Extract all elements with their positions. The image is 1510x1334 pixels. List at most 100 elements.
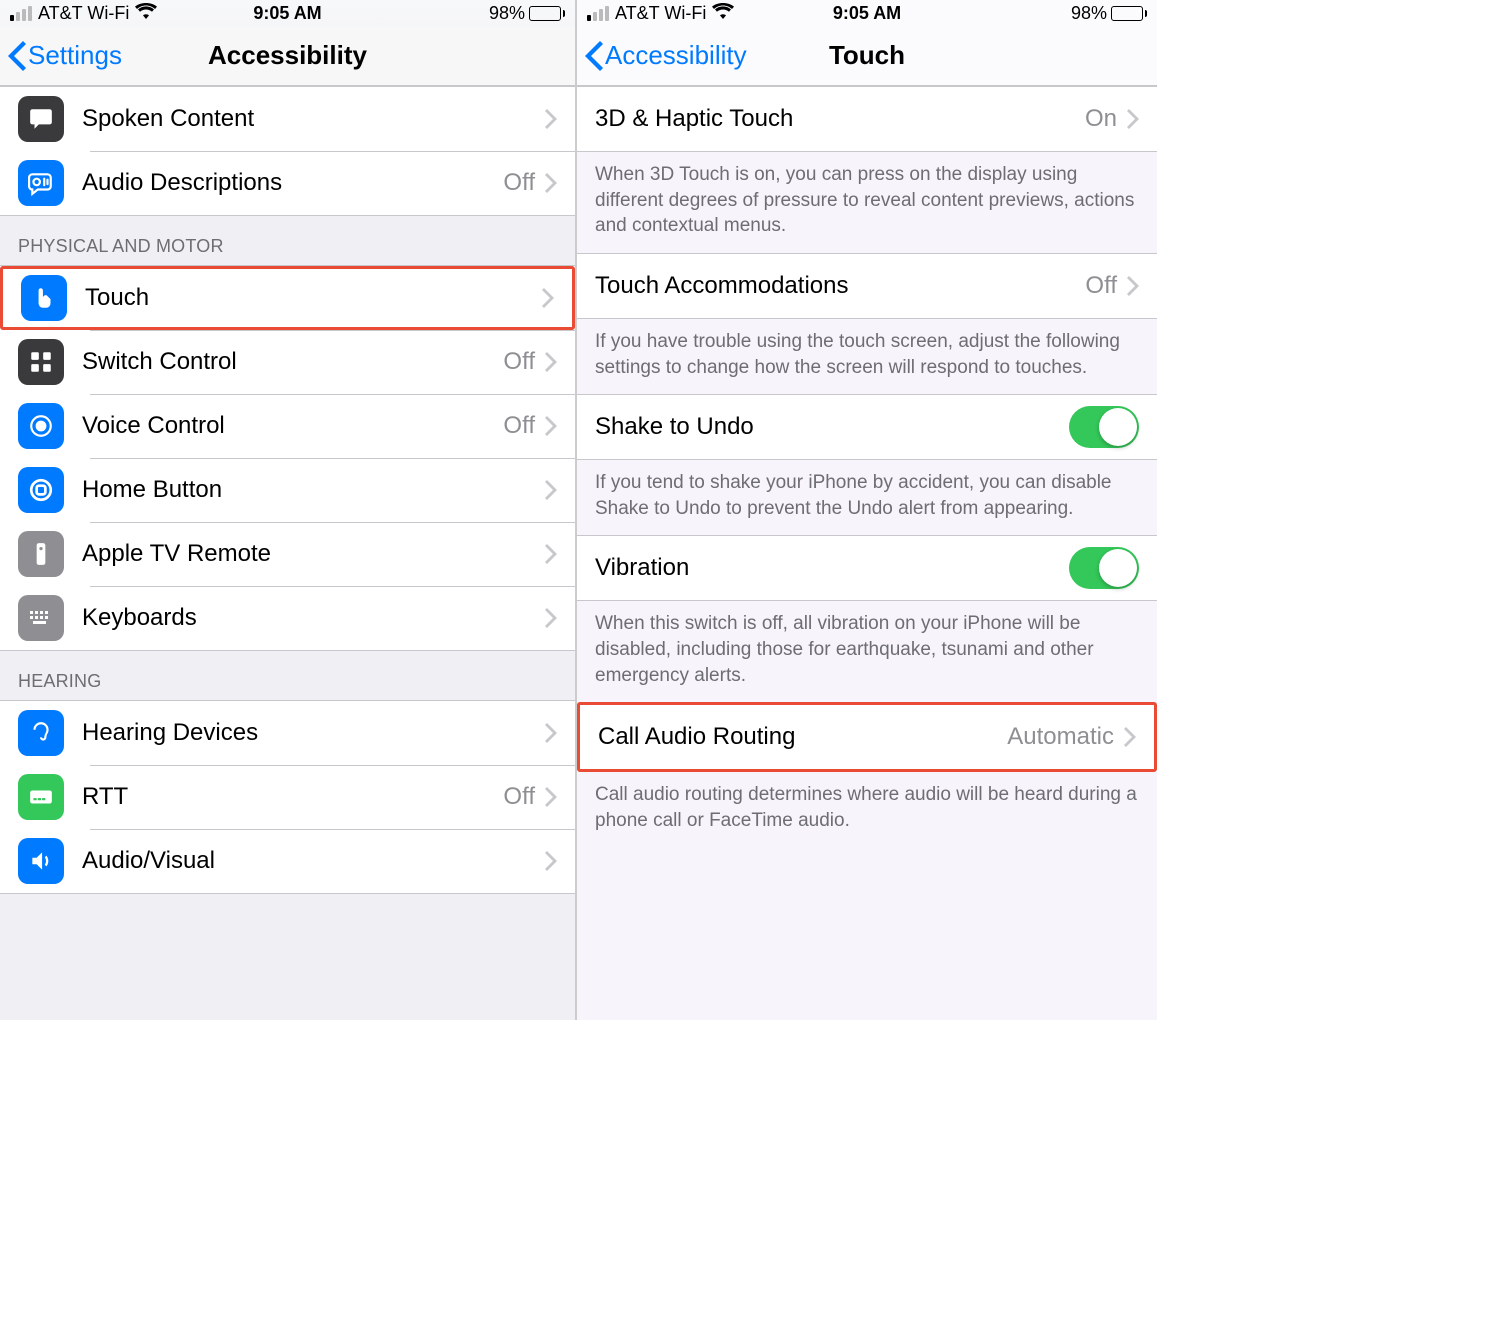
- cell-signal-icon: [10, 6, 32, 21]
- accessibility-screen: AT&T Wi-Fi 9:05 AM 98% Settings Accessib…: [0, 0, 577, 1020]
- group-hearing: Hearing Devices RTT Off Audio/Visual: [0, 700, 575, 894]
- back-button[interactable]: Accessibility: [585, 40, 747, 71]
- touch-screen: AT&T Wi-Fi 9:05 AM 98% Accessibility Tou…: [577, 0, 1157, 1020]
- home-button-icon: [18, 467, 64, 513]
- footer-haptic: When 3D Touch is on, you can press on th…: [577, 152, 1157, 253]
- chevron-right-icon: [545, 851, 557, 871]
- row-label: Switch Control: [82, 348, 503, 376]
- wifi-icon: [135, 3, 157, 24]
- group-vibration: Vibration: [577, 535, 1157, 601]
- nav-bar: Accessibility Touch: [577, 26, 1157, 86]
- chevron-right-icon: [545, 608, 557, 628]
- row-label: 3D & Haptic Touch: [595, 105, 1085, 133]
- row-label: Vibration: [595, 554, 1069, 582]
- voice-control-icon: [18, 403, 64, 449]
- clock: 9:05 AM: [253, 3, 321, 24]
- back-label: Accessibility: [605, 40, 747, 71]
- row-3d-haptic-touch[interactable]: 3D & Haptic Touch On: [577, 87, 1157, 151]
- row-audio-visual[interactable]: Audio/Visual: [0, 829, 575, 893]
- row-label: Audio Descriptions: [82, 169, 503, 197]
- rtt-icon: [18, 774, 64, 820]
- row-voice-control[interactable]: Voice Control Off: [0, 394, 575, 458]
- row-keyboards[interactable]: Keyboards: [0, 586, 575, 650]
- row-audio-descriptions[interactable]: Audio Descriptions Off: [0, 151, 575, 215]
- row-touch[interactable]: Touch: [0, 266, 575, 330]
- footer-shake: If you tend to shake your iPhone by acci…: [577, 460, 1157, 535]
- row-shake-to-undo[interactable]: Shake to Undo: [577, 395, 1157, 459]
- row-spoken-content[interactable]: Spoken Content: [0, 87, 575, 151]
- audio-visual-icon: [18, 838, 64, 884]
- chevron-left-icon: [8, 41, 26, 71]
- row-label: Touch: [85, 284, 542, 312]
- status-bar: AT&T Wi-Fi 9:05 AM 98%: [0, 0, 575, 26]
- battery-percentage: 98%: [489, 3, 525, 24]
- group-haptic: 3D & Haptic Touch On: [577, 86, 1157, 152]
- row-label: Touch Accommodations: [595, 272, 1085, 300]
- row-value: Off: [503, 783, 535, 811]
- row-touch-accommodations[interactable]: Touch Accommodations Off: [577, 254, 1157, 318]
- row-apple-tv-remote[interactable]: Apple TV Remote: [0, 522, 575, 586]
- chevron-left-icon: [585, 41, 603, 71]
- page-title: Accessibility: [208, 40, 367, 71]
- chevron-right-icon: [1127, 276, 1139, 296]
- back-button[interactable]: Settings: [8, 40, 122, 71]
- clock: 9:05 AM: [833, 3, 901, 24]
- row-label: Audio/Visual: [82, 847, 545, 875]
- page-title: Touch: [829, 40, 905, 71]
- keyboard-icon: [18, 595, 64, 641]
- audio-description-icon: [18, 160, 64, 206]
- remote-icon: [18, 531, 64, 577]
- group-shake: Shake to Undo: [577, 394, 1157, 460]
- chevron-right-icon: [545, 787, 557, 807]
- nav-bar: Settings Accessibility: [0, 26, 575, 86]
- carrier-label: AT&T Wi-Fi: [615, 3, 706, 24]
- row-label: Keyboards: [82, 604, 545, 632]
- row-vibration[interactable]: Vibration: [577, 536, 1157, 600]
- row-value: Off: [1085, 272, 1117, 300]
- row-value: Off: [503, 412, 535, 440]
- section-header-physical-motor: Physical and Motor: [0, 216, 575, 265]
- battery-icon: [1111, 6, 1147, 21]
- row-label: Call Audio Routing: [598, 723, 1007, 751]
- row-label: Hearing Devices: [82, 719, 545, 747]
- row-hearing-devices[interactable]: Hearing Devices: [0, 701, 575, 765]
- chevron-right-icon: [545, 723, 557, 743]
- row-rtt[interactable]: RTT Off: [0, 765, 575, 829]
- row-value: Off: [503, 169, 535, 197]
- ear-icon: [18, 710, 64, 756]
- carrier-label: AT&T Wi-Fi: [38, 3, 129, 24]
- row-label: Apple TV Remote: [82, 540, 545, 568]
- row-value: Off: [503, 348, 535, 376]
- row-label: Shake to Undo: [595, 413, 1069, 441]
- footer-vibration: When this switch is off, all vibration o…: [577, 601, 1157, 702]
- chevron-right-icon: [542, 288, 554, 308]
- row-label: RTT: [82, 783, 503, 811]
- touch-icon: [21, 275, 67, 321]
- battery-icon: [529, 6, 565, 21]
- row-call-audio-routing[interactable]: Call Audio Routing Automatic: [580, 705, 1154, 769]
- switch-control-icon: [18, 339, 64, 385]
- speech-bubble-icon: [18, 96, 64, 142]
- vibration-toggle[interactable]: [1069, 547, 1139, 589]
- cell-signal-icon: [587, 6, 609, 21]
- footer-accommodations: If you have trouble using the touch scre…: [577, 319, 1157, 394]
- row-label: Voice Control: [82, 412, 503, 440]
- row-switch-control[interactable]: Switch Control Off: [0, 330, 575, 394]
- row-value: Automatic: [1007, 723, 1114, 751]
- chevron-right-icon: [545, 109, 557, 129]
- group-call-routing: Call Audio Routing Automatic: [577, 702, 1157, 772]
- chevron-right-icon: [545, 352, 557, 372]
- group-physical-motor: Touch Switch Control Off Voice Control O…: [0, 265, 575, 651]
- row-home-button[interactable]: Home Button: [0, 458, 575, 522]
- chevron-right-icon: [1124, 727, 1136, 747]
- chevron-right-icon: [1127, 109, 1139, 129]
- chevron-right-icon: [545, 544, 557, 564]
- status-bar: AT&T Wi-Fi 9:05 AM 98%: [577, 0, 1157, 26]
- section-header-hearing: Hearing: [0, 651, 575, 700]
- shake-toggle[interactable]: [1069, 406, 1139, 448]
- group-accommodations: Touch Accommodations Off: [577, 253, 1157, 319]
- back-label: Settings: [28, 40, 122, 71]
- group-speech: Spoken Content Audio Descriptions Off: [0, 86, 575, 216]
- chevron-right-icon: [545, 416, 557, 436]
- row-value: On: [1085, 105, 1117, 133]
